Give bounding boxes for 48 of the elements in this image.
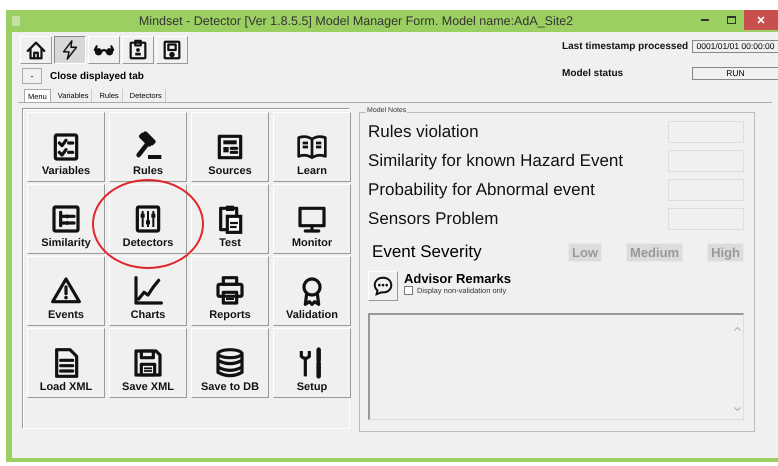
- severity-indicator: High: [707, 242, 744, 262]
- remarks-button[interactable]: [368, 271, 398, 301]
- metric-label: Sensors Problem: [368, 208, 498, 228]
- window-title: Mindset - Detector [Ver 1.8.5.5] Model Manager Form. Model name:AdA_Site2: [138, 14, 574, 28]
- status-field: 0001/01/01 00:00:00: [692, 40, 778, 53]
- minimize-icon: [701, 19, 709, 21]
- toolbar-button[interactable]: [54, 36, 86, 64]
- menu-button[interactable]: Reports: [191, 256, 269, 326]
- menu-button[interactable]: Setup: [273, 328, 351, 398]
- metric-label: Rules violation: [368, 122, 479, 142]
- menu-button[interactable]: Save to DB: [191, 328, 269, 398]
- collapse-button[interactable]: -: [22, 68, 42, 84]
- menu-button[interactable]: Load XML: [27, 328, 105, 398]
- chat-bubble-icon: [372, 275, 394, 297]
- home-icon: [25, 39, 47, 61]
- metric-label: Similarity for known Hazard Event: [368, 150, 624, 170]
- menu-button[interactable]: Events: [27, 256, 105, 326]
- close-icon: [757, 16, 765, 24]
- maximize-icon: [726, 16, 736, 24]
- status-label: Last timestamp processed: [562, 41, 690, 52]
- advisor-title: Advisor Remarks: [404, 271, 511, 286]
- menu-button[interactable]: Detectors: [109, 184, 187, 254]
- status-field: RUN: [692, 67, 778, 80]
- severity-indicator: Medium: [626, 242, 684, 262]
- line-chart-icon: [132, 275, 164, 307]
- diagram-icon: [50, 203, 82, 235]
- severity-indicator: Low: [568, 242, 602, 262]
- menu-button[interactable]: Charts: [109, 256, 187, 326]
- printer-icon: [214, 275, 246, 307]
- menu-button[interactable]: Variables: [27, 112, 105, 182]
- menu-button[interactable]: Validation: [273, 256, 351, 326]
- menu-button[interactable]: Save XML: [109, 328, 187, 398]
- close-button[interactable]: [744, 10, 778, 30]
- menu-button[interactable]: Test: [191, 184, 269, 254]
- checkbox[interactable]: [404, 286, 413, 295]
- portrait-frame-icon: [161, 39, 183, 61]
- menu-button[interactable]: Sources: [191, 112, 269, 182]
- menu-button[interactable]: Monitor: [273, 184, 351, 254]
- close-tab-label: Close displayed tab: [50, 70, 144, 82]
- menu-button[interactable]: Similarity: [27, 184, 105, 254]
- menu-button[interactable]: Rules: [109, 112, 187, 182]
- metric-label: Probability for Abnormal event: [368, 180, 595, 200]
- menu-button[interactable]: Learn: [273, 112, 351, 182]
- database-icon: [214, 347, 246, 379]
- id-badge-icon: [127, 39, 149, 61]
- status-label: Model status: [562, 68, 624, 79]
- app-icon: [12, 16, 20, 26]
- severity-label: Event Severity: [371, 242, 483, 262]
